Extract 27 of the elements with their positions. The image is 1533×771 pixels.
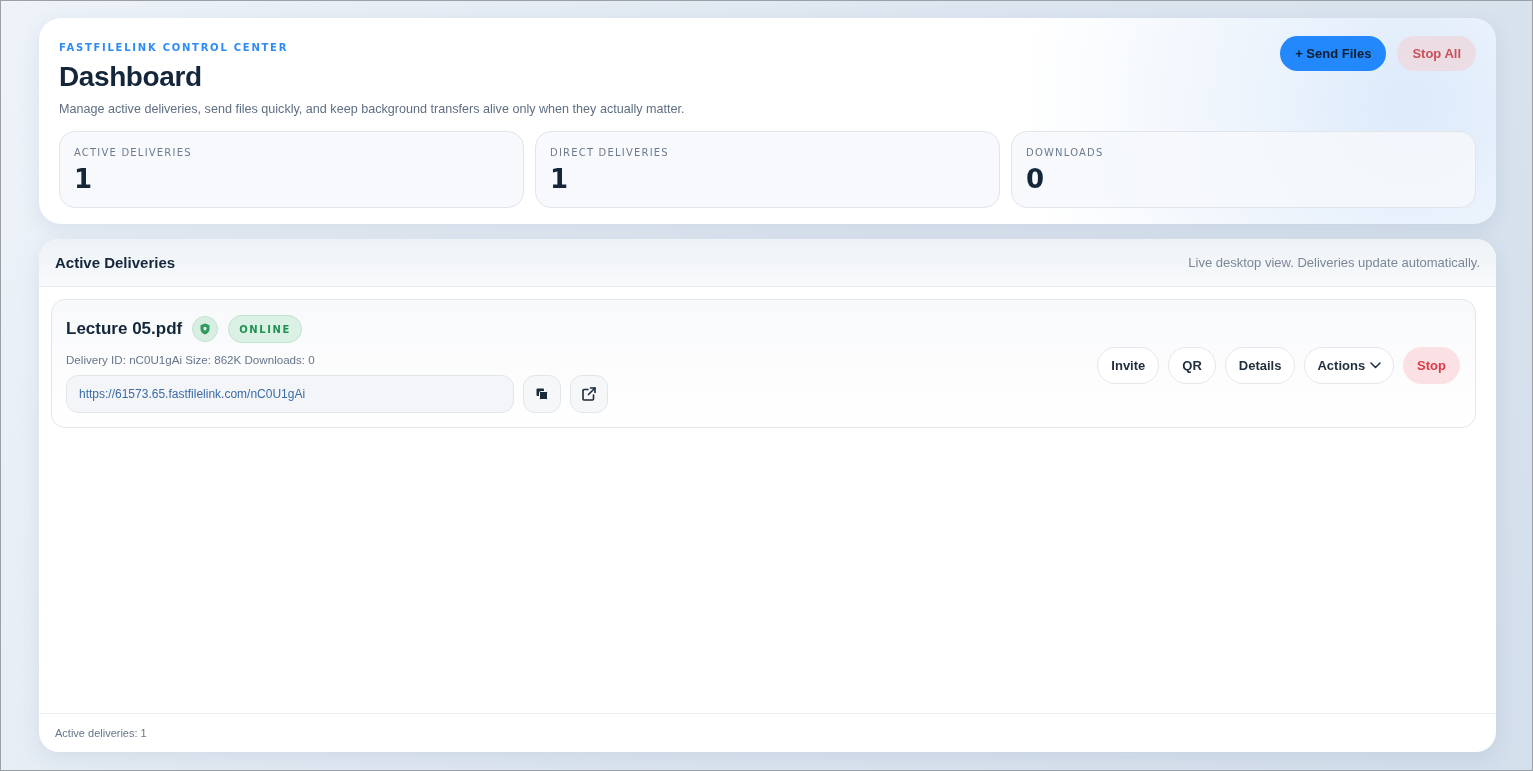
copy-button[interactable] (523, 375, 561, 413)
external-link-icon (582, 387, 596, 401)
status-badge: ONLINE (228, 315, 302, 343)
stat-label: ACTIVE DELIVERIES (74, 146, 192, 160)
panel-note: Live desktop view. Deliveries update automatically. (1188, 255, 1480, 270)
page-title: Dashboard (59, 60, 202, 94)
delivery-meta: Delivery ID: nC0U1gAi Size: 862K Downloads: 0 (66, 352, 315, 367)
app-eyebrow: FASTFILELINK CONTROL CENTER (59, 41, 289, 55)
stat-label: DIRECT DELIVERIES (550, 146, 669, 160)
stat-value: 1 (74, 164, 93, 194)
action-button[interactable]: Details (1224, 346, 1296, 384)
open-link-button[interactable] (570, 375, 608, 413)
stat-value: 0 (1026, 164, 1045, 194)
page-subtitle: Manage active deliveries, send files quickly, and keep background transfers alive only when they actually matter. (59, 101, 685, 117)
panel-title: Active Deliveries (55, 254, 176, 271)
file-name: Lecture 05.pdf (66, 319, 183, 339)
chevron-down-icon (1370, 361, 1382, 369)
actions-menu-button[interactable]: Actions (1304, 346, 1395, 384)
stat-label: DOWNLOADS (1026, 146, 1104, 160)
stop-button[interactable]: Stop (1403, 346, 1460, 384)
send-files-button[interactable]: + Send Files (1280, 36, 1387, 71)
copy-icon (536, 388, 548, 400)
stat-value: 1 (550, 164, 569, 194)
footer-status: Active deliveries: 1 (55, 727, 147, 739)
action-button[interactable]: QR (1168, 346, 1216, 384)
action-button[interactable]: Invite (1097, 346, 1160, 384)
url-field[interactable]: https://61573.65.fastfilelink.com/nC0U1gAi (66, 375, 514, 413)
